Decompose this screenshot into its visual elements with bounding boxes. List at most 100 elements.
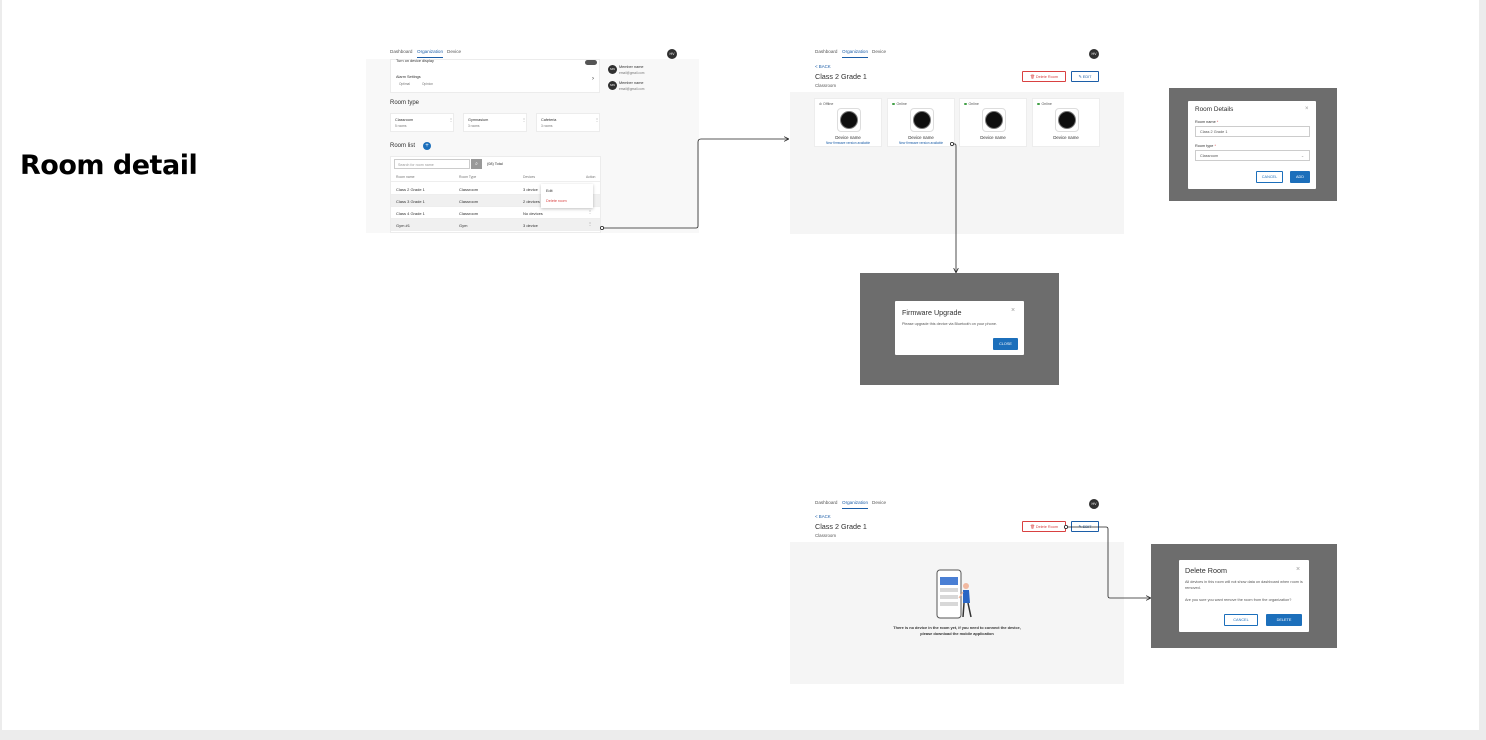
menu-delete-room[interactable]: Delete room (546, 199, 567, 203)
close-icon[interactable]: × (1305, 106, 1309, 112)
trash-icon: 🗑 (1029, 75, 1035, 79)
firmware-link[interactable]: New firmware version available (888, 141, 954, 145)
status-offline: ⊘ Offline (819, 102, 834, 106)
add-button[interactable]: ADD (1290, 171, 1310, 183)
member-avatar: MN (608, 81, 617, 90)
device-card[interactable]: ⊘ Offline Device name New firmware versi… (814, 98, 882, 147)
phone-illustration (935, 568, 979, 620)
member-avatar: MN (608, 65, 617, 74)
display-toggle[interactable] (585, 60, 597, 65)
menu-edit[interactable]: Edit (546, 189, 553, 193)
cancel-button[interactable]: CANCEL (1224, 614, 1258, 626)
delete-room-label: Delete Room (1035, 75, 1059, 79)
table-header: Room name Room Type Devices Action (391, 172, 600, 182)
user-avatar[interactable]: HV (1089, 49, 1099, 59)
back-link[interactable]: < BACK (815, 64, 831, 69)
delete-button[interactable]: DELETE (1266, 614, 1302, 626)
room-title: Class 2 Grade 1 (815, 522, 867, 531)
more-vert-icon[interactable]: ⋮ (588, 209, 592, 214)
nav-dashboard[interactable]: Dashboard (815, 49, 837, 54)
device-image (982, 108, 1006, 132)
room-name-cell: Class 2 Grade 1 (396, 187, 425, 192)
empty-message-line-2: please download the mobile application (920, 631, 994, 637)
search-icon: ⌕ (475, 161, 478, 167)
devices-cell: 3 device (523, 187, 538, 192)
alarm-info-2: Opinion (422, 82, 433, 86)
plus-icon: + (425, 143, 429, 149)
close-icon[interactable]: × (1296, 566, 1300, 573)
room-detail-screen: Dashboard Organization Device HV < BACK … (790, 45, 1124, 234)
more-vert-icon[interactable]: ⋮ (449, 117, 453, 122)
modal-title: Firmware Upgrade (902, 308, 962, 317)
alarm-info-1: Optimal (399, 82, 410, 86)
edit-button[interactable]: ✎ EDIT (1071, 71, 1099, 82)
device-image (1055, 108, 1079, 132)
trash-icon: 🗑 (1029, 525, 1035, 529)
table-row[interactable]: Gym #1 Gym 3 device ⋮ (391, 219, 600, 231)
status-online: Online (1037, 102, 1052, 106)
nav-device[interactable]: Device (447, 49, 461, 54)
device-card[interactable]: Online Device name New firmware version … (887, 98, 955, 147)
device-image (910, 108, 934, 132)
devices-cell: 2 devices (523, 199, 540, 204)
nav-organization[interactable]: Organization (842, 500, 869, 509)
nav-organization[interactable]: Organization (417, 49, 444, 58)
delete-room-button[interactable]: 🗑 Delete Room (1022, 71, 1066, 82)
col-devices[interactable]: Devices (523, 175, 535, 179)
search-button[interactable]: ⌕ (471, 159, 482, 169)
modal-message: Please upgrade this device via Bluetooth… (902, 322, 997, 326)
more-vert-icon[interactable]: ⋮ (595, 117, 599, 122)
member-email: email@gmail.com (619, 71, 645, 75)
more-vert-icon[interactable]: ⋮ (588, 221, 592, 226)
device-name: Device name (980, 135, 1006, 140)
nav-device[interactable]: Device (872, 49, 886, 54)
room-name-input[interactable]: Class 2 Grade 1 (1195, 126, 1310, 137)
room-details-overlay: Room Details × Room name * Class 2 Grade… (1169, 88, 1337, 201)
pencil-icon: ✎ (1078, 75, 1082, 79)
delete-room-button[interactable]: 🗑 Delete Room (1022, 521, 1066, 532)
member-name: Member name (619, 81, 644, 85)
nav-dashboard[interactable]: Dashboard (390, 49, 412, 54)
device-card[interactable]: Online Device name (1032, 98, 1100, 147)
device-card[interactable]: Online Device name (959, 98, 1027, 147)
modal-message-1: All devices in this room will not show d… (1185, 580, 1303, 590)
room-type-card[interactable]: Gymnasium 3 rooms ⋮ (463, 113, 527, 132)
firmware-link[interactable]: New firmware version available (815, 141, 881, 145)
delete-modal: Delete Room × All devices in this room w… (1179, 560, 1309, 632)
room-type-select[interactable]: Classroom ⌄ (1195, 150, 1310, 161)
status-online: Online (892, 102, 907, 106)
room-type-name: Cafeteria (541, 118, 557, 122)
empty-message: There is no device in the room yet, if y… (850, 625, 1064, 638)
room-type-count: 5 rooms (395, 124, 407, 128)
close-button[interactable]: CLOSE (993, 338, 1018, 350)
nav-device[interactable]: Device (872, 500, 886, 505)
alarm-title[interactable]: Alarm Settings (396, 75, 421, 79)
device-name: Device name (1053, 135, 1079, 140)
top-nav: Dashboard Organization Device (790, 499, 1124, 511)
room-type-card[interactable]: Classroom 5 rooms ⋮ (390, 113, 454, 132)
empty-room-screen: Dashboard Organization Device HV < BACK … (790, 496, 1124, 684)
nav-organization[interactable]: Organization (842, 49, 869, 58)
close-icon[interactable]: × (1011, 307, 1015, 314)
edit-button[interactable]: ✎ EDIT (1071, 521, 1099, 532)
back-link[interactable]: < BACK (815, 514, 831, 519)
nav-dashboard[interactable]: Dashboard (815, 500, 837, 505)
room-type-card[interactable]: Cafeteria 3 rooms ⋮ (536, 113, 600, 132)
more-vert-icon[interactable]: ⋮ (522, 117, 526, 122)
col-room-type[interactable]: Room Type (459, 175, 476, 179)
search-input[interactable]: Search for room name (394, 159, 470, 169)
col-room-name[interactable]: Room name (396, 175, 414, 179)
user-avatar[interactable]: HV (667, 49, 677, 59)
cancel-button[interactable]: CANCEL (1256, 171, 1283, 183)
top-nav: Dashboard Organization Device (790, 48, 1124, 60)
chevron-right-icon[interactable]: › (592, 76, 594, 82)
room-name-cell: Class 3 Grade 1 (396, 199, 425, 204)
user-avatar[interactable]: HV (1089, 499, 1099, 509)
organization-screen: Dashboard Organization Device HV Turn on… (366, 45, 699, 233)
add-room-button[interactable]: + (423, 142, 431, 150)
room-list-title: Room list (390, 143, 416, 149)
page-heading: Room detail (20, 150, 198, 181)
modal-title: Room Details (1195, 106, 1234, 113)
devices-cell: 3 device (523, 223, 538, 228)
table-row[interactable]: Class 4 Grade 1 Classroom No devices ⋮ (391, 207, 600, 219)
